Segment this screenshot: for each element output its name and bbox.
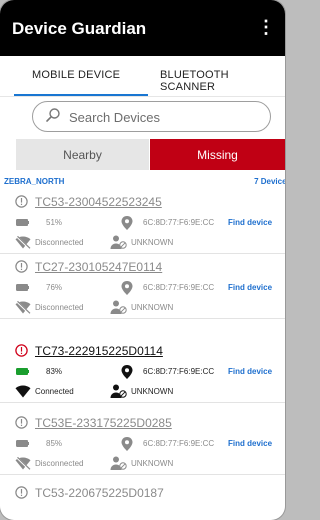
mac-address: 6C:8D:77:F6:9E:CC bbox=[143, 439, 215, 448]
search-input[interactable] bbox=[67, 106, 261, 128]
tab-bar: MOBILE DEVICE BLUETOOTH SCANNER bbox=[0, 56, 285, 96]
device-name-link[interactable]: TC53-220675225D0187 bbox=[35, 486, 164, 500]
device-user: UNKNOWN bbox=[131, 459, 174, 468]
mac-address: 6C:8D:77:F6:9E:CC bbox=[143, 367, 215, 376]
location-pin-icon bbox=[121, 281, 133, 295]
find-device-link[interactable]: Find device bbox=[228, 283, 272, 292]
wifi-off-icon bbox=[15, 301, 31, 314]
device-name-link[interactable]: TC27-230105247E0114 bbox=[35, 260, 162, 274]
device-card-connected[interactable]: TC73-222915225D0114 83% 6C:8D:77:F6:9E:C… bbox=[0, 338, 285, 403]
battery-level: 85% bbox=[46, 439, 63, 448]
filter-nearby-button[interactable]: Nearby bbox=[16, 139, 149, 170]
find-device-link[interactable]: Find device bbox=[228, 439, 272, 448]
wifi-off-icon bbox=[15, 236, 31, 249]
wifi-off-icon bbox=[15, 457, 31, 470]
mac-address: 6C:8D:77:F6:9E:CC bbox=[143, 283, 215, 292]
battery-icon bbox=[16, 219, 29, 226]
battery-level: 76% bbox=[46, 283, 63, 292]
tab-divider bbox=[0, 96, 285, 97]
battery-icon bbox=[16, 368, 29, 375]
group-header: ZEBRA_NORTH 7 Devices bbox=[0, 175, 285, 189]
alert-icon bbox=[15, 195, 28, 208]
app-title: Device Guardian bbox=[12, 19, 147, 38]
phone-screen: Device Guardian ⋮ MOBILE DEVICE BLUETOOT… bbox=[0, 0, 285, 520]
connection-status: Disconnected bbox=[35, 238, 84, 247]
location-pin-icon bbox=[121, 437, 133, 451]
connection-status: Connected bbox=[35, 387, 74, 396]
alert-icon bbox=[15, 486, 28, 499]
location-pin-icon bbox=[121, 216, 133, 230]
card-separator bbox=[0, 402, 285, 403]
wifi-icon bbox=[15, 385, 31, 398]
search-box[interactable] bbox=[32, 101, 271, 132]
unknown-user-icon bbox=[110, 384, 127, 398]
alert-icon bbox=[15, 260, 28, 273]
alert-icon bbox=[15, 344, 28, 357]
tab-bluetooth-scanner[interactable]: BLUETOOTH SCANNER bbox=[160, 69, 285, 93]
filter-missing-button[interactable]: Missing bbox=[150, 139, 285, 170]
connection-status: Disconnected bbox=[35, 303, 84, 312]
card-separator bbox=[0, 474, 285, 475]
find-device-link[interactable]: Find device bbox=[228, 367, 272, 376]
mac-address: 6C:8D:77:F6:9E:CC bbox=[143, 218, 215, 227]
alert-icon bbox=[15, 416, 28, 429]
battery-level: 51% bbox=[46, 218, 63, 227]
device-user: UNKNOWN bbox=[131, 303, 174, 312]
device-card[interactable]: TC53E-233175225D0285 85% 6C:8D:77:F6:9E:… bbox=[0, 410, 285, 475]
battery-icon bbox=[16, 284, 29, 291]
location-pin-icon bbox=[121, 365, 133, 379]
battery-level: 83% bbox=[46, 367, 63, 376]
device-name-link[interactable]: TC53-23004522523245 bbox=[35, 195, 162, 209]
battery-icon bbox=[16, 440, 29, 447]
connection-status: Disconnected bbox=[35, 459, 84, 468]
unknown-user-icon bbox=[110, 235, 127, 249]
device-user: UNKNOWN bbox=[131, 387, 174, 396]
unknown-user-icon bbox=[110, 300, 127, 314]
device-name-link[interactable]: TC73-222915225D0114 bbox=[35, 344, 163, 358]
group-device-count: 7 Devices bbox=[254, 177, 285, 186]
unknown-user-icon bbox=[110, 456, 127, 470]
find-device-link[interactable]: Find device bbox=[228, 218, 272, 227]
device-card[interactable]: TC27-230105247E0114 76% 6C:8D:77:F6:9E:C… bbox=[0, 254, 285, 319]
search-icon bbox=[46, 108, 60, 122]
device-card[interactable]: TC53-23004522523245 51% 6C:8D:77:F6:9E:C… bbox=[0, 189, 285, 254]
app-bar: Device Guardian ⋮ bbox=[0, 0, 285, 56]
device-card[interactable]: TC53-220675225D0187 bbox=[10, 480, 285, 520]
overflow-menu-icon[interactable]: ⋮ bbox=[257, 17, 275, 38]
device-name-link[interactable]: TC53E-233175225D0285 bbox=[35, 416, 172, 430]
card-separator bbox=[0, 318, 285, 319]
device-user: UNKNOWN bbox=[131, 238, 174, 247]
tab-mobile-device[interactable]: MOBILE DEVICE bbox=[32, 69, 120, 81]
group-name: ZEBRA_NORTH bbox=[4, 177, 65, 186]
